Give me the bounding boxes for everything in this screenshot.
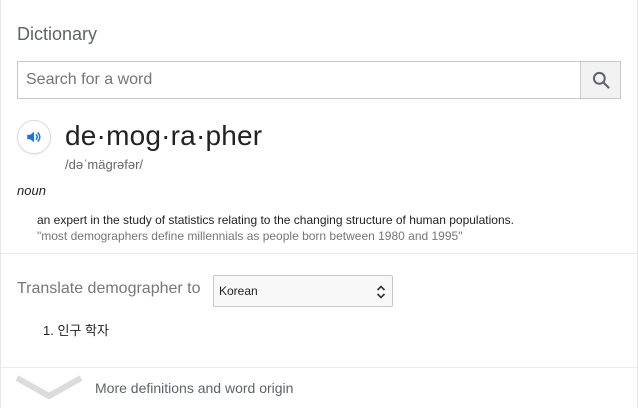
selected-language: Korean: [219, 284, 258, 298]
select-arrows-icon: [376, 285, 386, 299]
chevron-down-icon: [15, 375, 83, 400]
search-bar: [17, 61, 621, 99]
search-icon: [592, 71, 610, 89]
definition-text: an expert in the study of statistics rel…: [37, 213, 514, 227]
phonetic-spelling: /dəˈmäɡrəfər/: [65, 157, 144, 172]
dictionary-title: Dictionary: [17, 24, 98, 44]
more-definitions-link[interactable]: More definitions and word origin: [1, 368, 637, 408]
section-divider: [1, 253, 637, 254]
pronunciation-button[interactable]: [17, 120, 51, 154]
translation-result: 1. 인구 학자: [43, 323, 109, 338]
part-of-speech: noun: [17, 183, 46, 198]
language-select[interactable]: Korean: [213, 275, 393, 307]
speaker-icon: [27, 131, 41, 143]
example-sentence: "most demographers define millennials as…: [37, 229, 463, 243]
search-button[interactable]: [580, 62, 620, 98]
more-definitions-label: More definitions and word origin: [95, 380, 294, 396]
search-input[interactable]: [18, 62, 580, 98]
translate-label: Translate demographer to: [17, 280, 201, 297]
dictionary-card: Dictionary de·mog·ra·pher /dəˈmäɡrəfər/ …: [0, 0, 638, 408]
headword: de·mog·ra·pher: [65, 120, 263, 151]
